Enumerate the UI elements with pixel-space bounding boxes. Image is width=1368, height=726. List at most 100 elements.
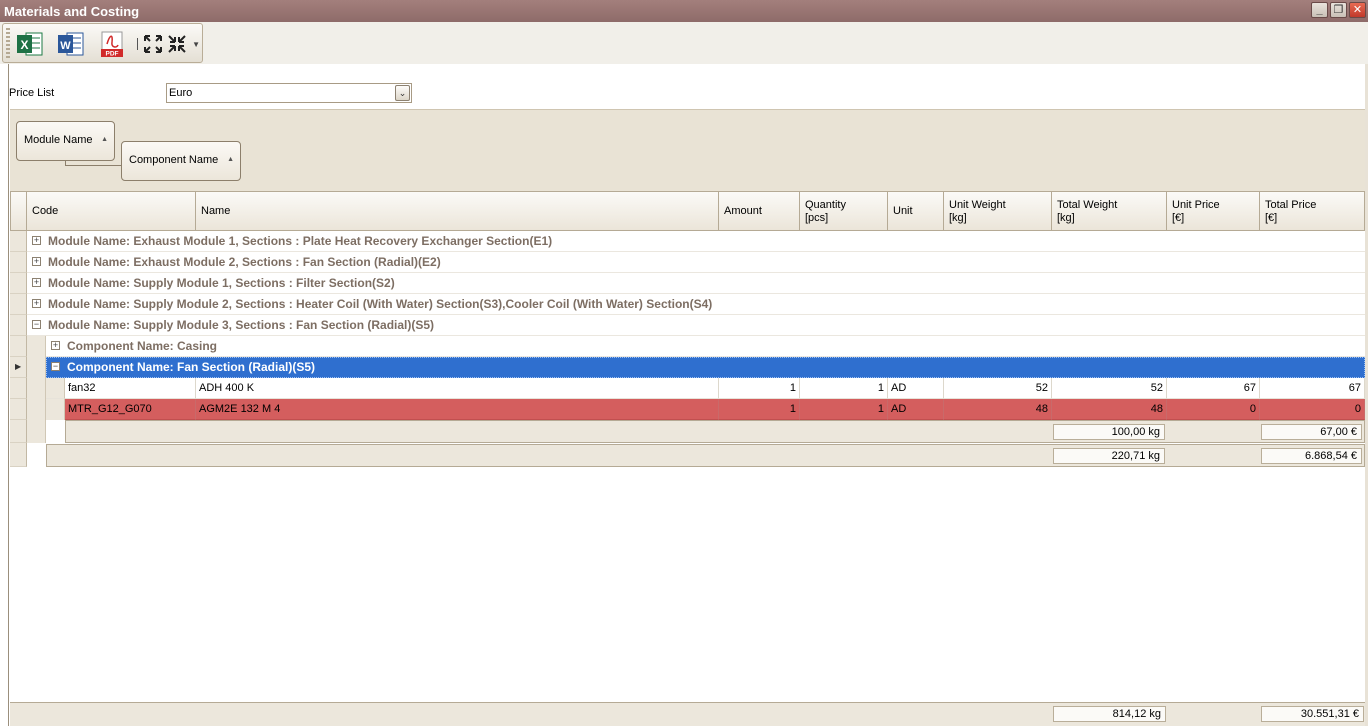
cell-unit-price[interactable]: 0: [1167, 399, 1260, 420]
column-header-unit-price[interactable]: Unit Price [€]: [1167, 191, 1260, 231]
row-indicator[interactable]: [10, 252, 27, 273]
module-total-price: 6.868,54 €: [1261, 448, 1362, 464]
expand-plus-icon[interactable]: +: [32, 257, 41, 266]
sort-ascending-icon: ▲: [101, 136, 108, 143]
cell-unit[interactable]: AD: [888, 399, 944, 420]
group-indent: [27, 399, 46, 420]
group-row-component[interactable]: + Component Name: Casing: [10, 336, 1365, 357]
cell-total-price[interactable]: 67: [1260, 378, 1365, 399]
cell-total-price[interactable]: 0: [1260, 399, 1365, 420]
expand-plus-icon[interactable]: +: [32, 299, 41, 308]
cell-unit-weight[interactable]: 48: [944, 399, 1052, 420]
window-titlebar: Materials and Costing _ ❐ ✕: [0, 0, 1368, 22]
group-row-label: Module Name: Supply Module 2, Sections :…: [48, 297, 713, 311]
table-row[interactable]: fan32 ADH 400 K 1 1 AD 52 52 67 67: [10, 378, 1365, 399]
cell-code[interactable]: fan32: [65, 378, 196, 399]
group-indent: [27, 336, 46, 357]
row-indicator[interactable]: ▶: [10, 357, 27, 378]
group-row-label: Module Name: Exhaust Module 1, Sections …: [48, 234, 553, 248]
collapse-minus-icon[interactable]: −: [32, 320, 41, 329]
group-chip-component-name[interactable]: Component Name ▲: [121, 141, 241, 181]
price-list-dropdown[interactable]: Euro ⌄: [166, 83, 412, 103]
svg-text:W: W: [60, 40, 71, 52]
cell-name[interactable]: ADH 400 K: [196, 378, 719, 399]
row-indicator[interactable]: [10, 231, 27, 252]
grand-total-weight: 814,12 kg: [1053, 706, 1166, 722]
column-header-name[interactable]: Name: [196, 191, 719, 231]
column-header-code[interactable]: Code: [27, 191, 196, 231]
cell-unit-weight[interactable]: 52: [944, 378, 1052, 399]
row-indicator[interactable]: [10, 315, 27, 336]
group-row-module[interactable]: + Module Name: Supply Module 1, Sections…: [10, 273, 1365, 294]
group-indent: [27, 378, 46, 399]
cell-amount[interactable]: 1: [719, 399, 800, 420]
group-chip-connector: [65, 160, 121, 166]
cell-quantity[interactable]: 1: [800, 378, 888, 399]
column-header-total-price[interactable]: Total Price [€]: [1260, 191, 1365, 231]
expand-plus-icon[interactable]: +: [32, 236, 41, 245]
svg-text:X: X: [20, 38, 28, 52]
toolbar-grip[interactable]: [6, 28, 10, 58]
cell-quantity[interactable]: 1: [800, 399, 888, 420]
cell-total-weight[interactable]: 52: [1052, 378, 1167, 399]
group-row-label: Module Name: Exhaust Module 2, Sections …: [48, 255, 441, 269]
group-row-module-expanded[interactable]: − Module Name: Supply Module 3, Sections…: [10, 315, 1365, 336]
group-row-module[interactable]: + Module Name: Exhaust Module 1, Section…: [10, 231, 1365, 252]
expand-plus-icon[interactable]: +: [51, 341, 60, 350]
cell-amount[interactable]: 1: [719, 378, 800, 399]
toolbar-overflow-button[interactable]: ▼: [192, 40, 200, 49]
header-indicator-cell: [10, 191, 27, 231]
column-header-amount[interactable]: Amount: [719, 191, 800, 231]
group-chip-module-name[interactable]: Module Name ▲: [16, 121, 115, 161]
group-row-component-selected[interactable]: ▶ − Component Name: Fan Section (Radial)…: [10, 357, 1365, 378]
excel-export-icon[interactable]: X: [16, 30, 44, 58]
collapse-all-icon[interactable]: [167, 34, 187, 54]
row-indicator[interactable]: [10, 399, 27, 420]
group-row-module[interactable]: + Module Name: Exhaust Module 2, Section…: [10, 252, 1365, 273]
current-row-arrow-icon: ▶: [15, 362, 22, 371]
close-button[interactable]: ✕: [1349, 2, 1366, 18]
row-indicator[interactable]: [10, 336, 27, 357]
column-header-quantity[interactable]: Quantity [pcs]: [800, 191, 888, 231]
restore-button[interactable]: ❐: [1330, 2, 1347, 18]
svg-text:PDF: PDF: [106, 51, 119, 58]
component-total-price: 67,00 €: [1261, 424, 1362, 440]
grid-footer-totals: 814,12 kg 30.551,31 €: [10, 702, 1365, 726]
cell-total-weight[interactable]: 48: [1052, 399, 1167, 420]
column-header-unit-weight[interactable]: Unit Weight [kg]: [944, 191, 1052, 231]
cell-name[interactable]: AGM2E 132 M 4: [196, 399, 719, 420]
row-indicator[interactable]: [10, 420, 27, 443]
row-indicator[interactable]: [10, 443, 27, 467]
cell-code[interactable]: MTR_G12_G070: [65, 399, 196, 420]
group-row-module[interactable]: + Module Name: Supply Module 2, Sections…: [10, 294, 1365, 315]
word-export-icon[interactable]: W: [57, 30, 85, 58]
column-header-unit[interactable]: Unit: [888, 191, 944, 231]
module-group-summary: 220,71 kg 6.868,54 €: [46, 444, 1365, 467]
group-row-label: Component Name: Casing: [67, 339, 218, 353]
collapse-minus-icon[interactable]: −: [51, 362, 60, 371]
grand-total-price: 30.551,31 €: [1261, 706, 1364, 722]
sort-ascending-icon: ▲: [227, 156, 234, 163]
table-row-highlighted[interactable]: MTR_G12_G070 AGM2E 132 M 4 1 1 AD 48 48 …: [10, 399, 1365, 420]
row-indicator[interactable]: [10, 273, 27, 294]
component-group-summary: 100,00 kg 67,00 €: [65, 420, 1365, 443]
window-title: Materials and Costing: [4, 4, 140, 19]
toolbar-separator: [137, 38, 138, 50]
chevron-down-icon[interactable]: ⌄: [395, 85, 410, 101]
row-indicator[interactable]: [10, 378, 27, 399]
group-chip-label: Module Name: [24, 134, 93, 146]
cell-unit[interactable]: AD: [888, 378, 944, 399]
cell-unit-price[interactable]: 67: [1167, 378, 1260, 399]
pdf-export-icon[interactable]: PDF: [98, 30, 126, 58]
column-header-total-weight[interactable]: Total Weight [kg]: [1052, 191, 1167, 231]
module-total-weight: 220,71 kg: [1053, 448, 1165, 464]
row-indicator[interactable]: [10, 294, 27, 315]
group-indent: [27, 357, 46, 378]
minimize-button[interactable]: _: [1311, 2, 1328, 18]
group-row-label: Component Name: Fan Section (Radial)(S5): [67, 360, 316, 374]
expand-all-icon[interactable]: [143, 34, 163, 54]
left-edge: [8, 64, 9, 726]
toolbar-band: X W PDF ▼: [0, 22, 1368, 64]
expand-plus-icon[interactable]: +: [32, 278, 41, 287]
group-row-label: Module Name: Supply Module 3, Sections :…: [48, 318, 435, 332]
